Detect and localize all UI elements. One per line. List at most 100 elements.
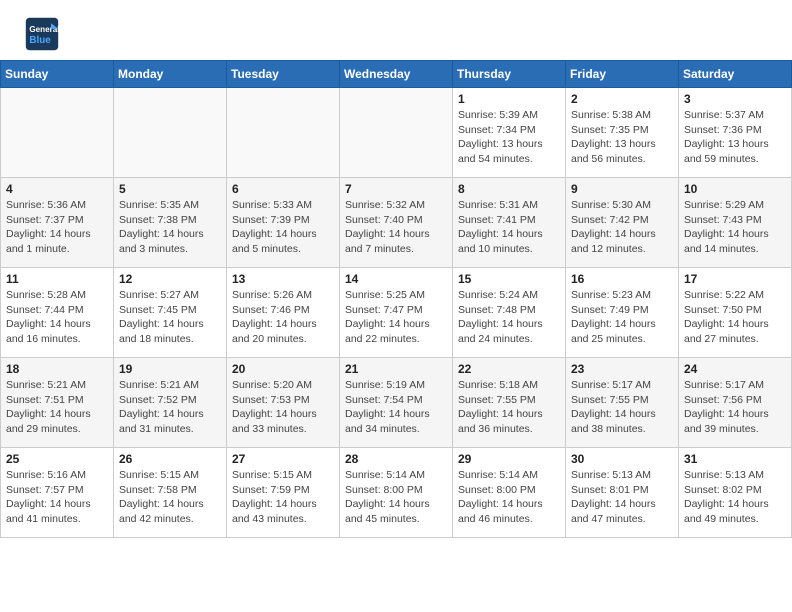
weekday-header-friday: Friday [566, 61, 679, 88]
week-row-3: 11 Sunrise: 5:28 AMSunset: 7:44 PMDayligh… [1, 268, 792, 358]
svg-text:Blue: Blue [29, 35, 51, 46]
day-info: Sunrise: 5:22 AMSunset: 7:50 PMDaylight:… [684, 288, 786, 347]
day-number: 24 [684, 362, 786, 376]
day-number: 9 [571, 182, 673, 196]
day-info: Sunrise: 5:18 AMSunset: 7:55 PMDaylight:… [458, 378, 560, 437]
day-info: Sunrise: 5:17 AMSunset: 7:55 PMDaylight:… [571, 378, 673, 437]
day-number: 22 [458, 362, 560, 376]
calendar-cell: 4 Sunrise: 5:36 AMSunset: 7:37 PMDaylight… [1, 178, 114, 268]
calendar-cell: 23 Sunrise: 5:17 AMSunset: 7:55 PMDayligh… [566, 358, 679, 448]
calendar-cell: 8 Sunrise: 5:31 AMSunset: 7:41 PMDaylight… [453, 178, 566, 268]
day-number: 4 [6, 182, 108, 196]
calendar-cell: 7Sunrise: 5:32 AMSunset: 7:40 PMDaylight… [340, 178, 453, 268]
calendar-cell: 9 Sunrise: 5:30 AMSunset: 7:42 PMDaylight… [566, 178, 679, 268]
day-number: 6 [232, 182, 334, 196]
calendar-cell [340, 88, 453, 178]
day-number: 15 [458, 272, 560, 286]
weekday-header-thursday: Thursday [453, 61, 566, 88]
logo: General Blue [24, 16, 60, 52]
page-header: General Blue [0, 0, 792, 60]
day-number: 10 [684, 182, 786, 196]
calendar-cell: 17 Sunrise: 5:22 AMSunset: 7:50 PMDayligh… [679, 268, 792, 358]
day-number: 29 [458, 452, 560, 466]
day-number: 3 [684, 92, 786, 106]
day-number: 1 [458, 92, 560, 106]
calendar-cell: 22 Sunrise: 5:18 AMSunset: 7:55 PMDayligh… [453, 358, 566, 448]
day-info: Sunrise: 5:23 AMSunset: 7:49 PMDaylight:… [571, 288, 673, 347]
day-number: 13 [232, 272, 334, 286]
calendar-cell: 18Sunrise: 5:21 AMSunset: 7:51 PMDayligh… [1, 358, 114, 448]
day-info: Sunrise: 5:36 AMSunset: 7:37 PMDaylight:… [6, 198, 108, 257]
calendar-cell: 2Sunrise: 5:38 AMSunset: 7:35 PMDaylight… [566, 88, 679, 178]
day-info: Sunrise: 5:25 AMSunset: 7:47 PMDaylight:… [345, 288, 447, 347]
day-number: 21 [345, 362, 447, 376]
day-number: 14 [345, 272, 447, 286]
calendar-cell: 15Sunrise: 5:24 AMSunset: 7:48 PMDayligh… [453, 268, 566, 358]
calendar-cell: 16 Sunrise: 5:23 AMSunset: 7:49 PMDayligh… [566, 268, 679, 358]
calendar-cell: 19 Sunrise: 5:21 AMSunset: 7:52 PMDayligh… [114, 358, 227, 448]
calendar-cell: 1 Sunrise: 5:39 AMSunset: 7:34 PMDaylight… [453, 88, 566, 178]
day-number: 26 [119, 452, 221, 466]
day-info: Sunrise: 5:30 AMSunset: 7:42 PMDaylight:… [571, 198, 673, 257]
day-number: 27 [232, 452, 334, 466]
calendar-cell: 27 Sunrise: 5:15 AMSunset: 7:59 PMDayligh… [227, 448, 340, 538]
day-info: Sunrise: 5:29 AMSunset: 7:43 PMDaylight:… [684, 198, 786, 257]
calendar-cell: 24 Sunrise: 5:17 AMSunset: 7:56 PMDayligh… [679, 358, 792, 448]
day-info: Sunrise: 5:21 AMSunset: 7:52 PMDaylight:… [119, 378, 221, 437]
day-info: Sunrise: 5:38 AMSunset: 7:35 PMDaylight:… [571, 108, 673, 167]
day-info: Sunrise: 5:35 AMSunset: 7:38 PMDaylight:… [119, 198, 221, 257]
day-number: 23 [571, 362, 673, 376]
calendar-cell [227, 88, 340, 178]
calendar-cell: 6 Sunrise: 5:33 AMSunset: 7:39 PMDaylight… [227, 178, 340, 268]
day-number: 28 [345, 452, 447, 466]
day-number: 11 [6, 272, 108, 286]
day-number: 17 [684, 272, 786, 286]
day-info: Sunrise: 5:26 AMSunset: 7:46 PMDaylight:… [232, 288, 334, 347]
calendar-cell: 20 Sunrise: 5:20 AMSunset: 7:53 PMDayligh… [227, 358, 340, 448]
day-info: Sunrise: 5:33 AMSunset: 7:39 PMDaylight:… [232, 198, 334, 257]
day-info: Sunrise: 5:21 AMSunset: 7:51 PMDaylight:… [6, 378, 108, 437]
weekday-header-saturday: Saturday [679, 61, 792, 88]
day-info: Sunrise: 5:37 AMSunset: 7:36 PMDaylight:… [684, 108, 786, 167]
week-row-5: 25 Sunrise: 5:16 AMSunset: 7:57 PMDayligh… [1, 448, 792, 538]
day-number: 8 [458, 182, 560, 196]
day-number: 25 [6, 452, 108, 466]
day-info: Sunrise: 5:13 AMSunset: 8:02 PMDaylight:… [684, 468, 786, 527]
day-number: 16 [571, 272, 673, 286]
day-number: 30 [571, 452, 673, 466]
calendar-cell: 25 Sunrise: 5:16 AMSunset: 7:57 PMDayligh… [1, 448, 114, 538]
week-row-2: 4 Sunrise: 5:36 AMSunset: 7:37 PMDaylight… [1, 178, 792, 268]
day-info: Sunrise: 5:16 AMSunset: 7:57 PMDaylight:… [6, 468, 108, 527]
day-number: 5 [119, 182, 221, 196]
calendar-cell: 12Sunrise: 5:27 AMSunset: 7:45 PMDayligh… [114, 268, 227, 358]
calendar-cell: 14 Sunrise: 5:25 AMSunset: 7:47 PMDayligh… [340, 268, 453, 358]
day-info: Sunrise: 5:13 AMSunset: 8:01 PMDaylight:… [571, 468, 673, 527]
week-row-4: 18Sunrise: 5:21 AMSunset: 7:51 PMDayligh… [1, 358, 792, 448]
calendar-cell: 26Sunrise: 5:15 AMSunset: 7:58 PMDayligh… [114, 448, 227, 538]
day-number: 20 [232, 362, 334, 376]
calendar-cell: 30 Sunrise: 5:13 AMSunset: 8:01 PMDayligh… [566, 448, 679, 538]
day-info: Sunrise: 5:20 AMSunset: 7:53 PMDaylight:… [232, 378, 334, 437]
weekday-header-sunday: Sunday [1, 61, 114, 88]
day-info: Sunrise: 5:31 AMSunset: 7:41 PMDaylight:… [458, 198, 560, 257]
weekday-header-monday: Monday [114, 61, 227, 88]
calendar-cell: 28 Sunrise: 5:14 AMSunset: 8:00 PMDayligh… [340, 448, 453, 538]
calendar-cell [1, 88, 114, 178]
calendar-cell: 21 Sunrise: 5:19 AMSunset: 7:54 PMDayligh… [340, 358, 453, 448]
day-info: Sunrise: 5:14 AMSunset: 8:00 PMDaylight:… [458, 468, 560, 527]
calendar-cell: 13 Sunrise: 5:26 AMSunset: 7:46 PMDayligh… [227, 268, 340, 358]
day-info: Sunrise: 5:17 AMSunset: 7:56 PMDaylight:… [684, 378, 786, 437]
day-number: 31 [684, 452, 786, 466]
day-info: Sunrise: 5:19 AMSunset: 7:54 PMDaylight:… [345, 378, 447, 437]
logo-icon: General Blue [24, 16, 60, 52]
day-info: Sunrise: 5:14 AMSunset: 8:00 PMDaylight:… [345, 468, 447, 527]
weekday-header-row: SundayMondayTuesdayWednesdayThursdayFrid… [1, 61, 792, 88]
day-number: 19 [119, 362, 221, 376]
day-info: Sunrise: 5:39 AMSunset: 7:34 PMDaylight:… [458, 108, 560, 167]
day-info: Sunrise: 5:28 AMSunset: 7:44 PMDaylight:… [6, 288, 108, 347]
calendar-cell: 29 Sunrise: 5:14 AMSunset: 8:00 PMDayligh… [453, 448, 566, 538]
day-info: Sunrise: 5:32 AMSunset: 7:40 PMDaylight:… [345, 198, 447, 257]
calendar-cell [114, 88, 227, 178]
day-info: Sunrise: 5:15 AMSunset: 7:59 PMDaylight:… [232, 468, 334, 527]
week-row-1: 1 Sunrise: 5:39 AMSunset: 7:34 PMDaylight… [1, 88, 792, 178]
